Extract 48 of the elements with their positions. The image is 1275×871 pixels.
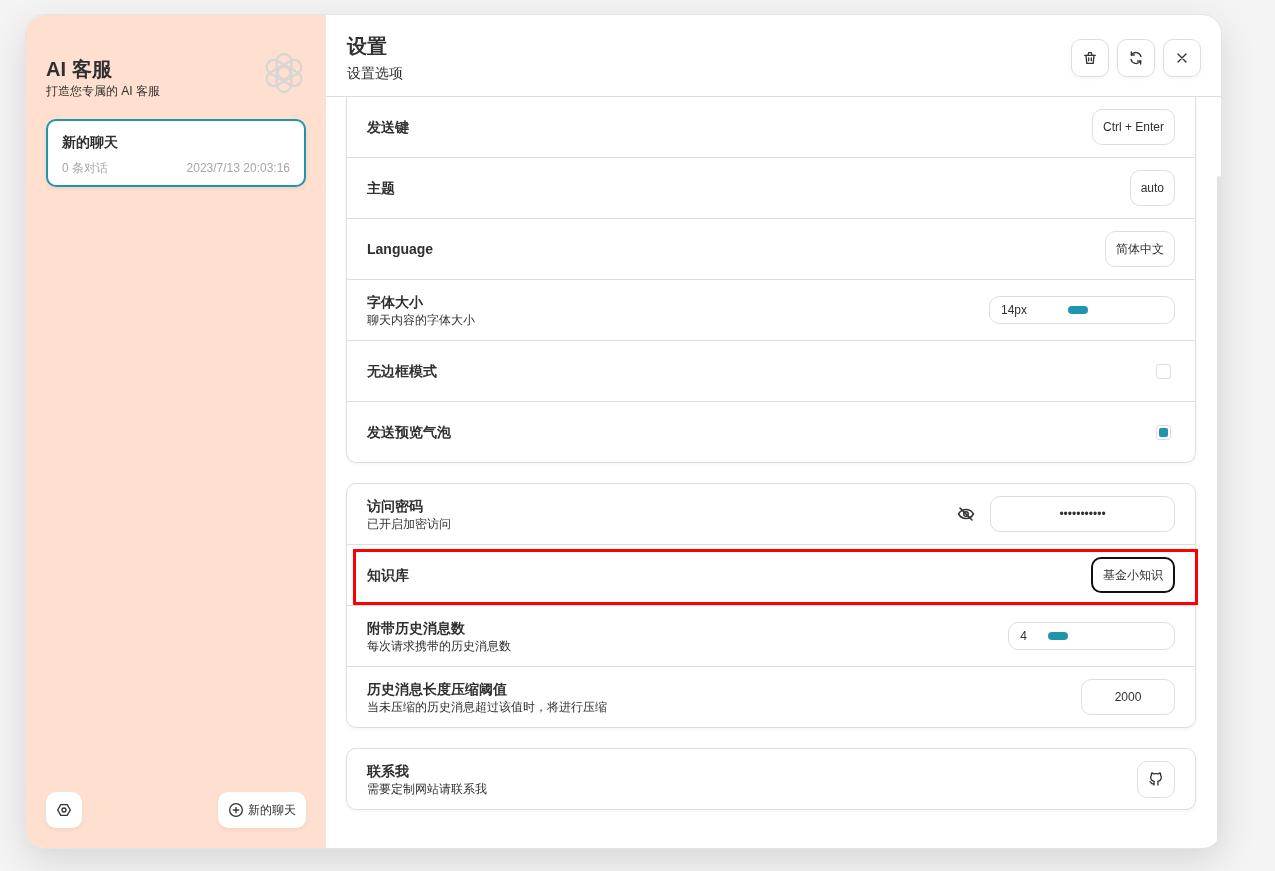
select-button[interactable]: auto: [1129, 170, 1175, 206]
setting-title: 访问密码: [367, 497, 424, 516]
number-field[interactable]: 2000: [1081, 679, 1175, 715]
new-chat-button[interactable]: 新的聊天: [218, 792, 306, 828]
select-button[interactable]: 简体中文: [1105, 231, 1175, 267]
setting-title: 主题: [367, 179, 395, 198]
setting-title: 字体大小: [367, 293, 424, 312]
page-title: 设置: [347, 35, 388, 57]
setting-title: 联系我: [367, 762, 410, 781]
select-button[interactable]: Ctrl + Enter: [1091, 109, 1175, 145]
setting-description: 已开启加密访问: [367, 516, 451, 532]
slider-thumb[interactable]: [1068, 306, 1088, 314]
chat-count: 0 条对话: [62, 160, 108, 176]
eye-slash-icon[interactable]: [957, 505, 975, 523]
setting-title: 知识库: [367, 566, 409, 585]
refresh-icon: [1128, 50, 1144, 66]
select-button[interactable]: 基金小知识: [1091, 557, 1175, 593]
setting-description: 聊天内容的字体大小: [367, 312, 475, 328]
setting-title: Language: [367, 240, 434, 259]
setting-title: 无边框模式: [367, 362, 437, 381]
close-button[interactable]: [1163, 39, 1201, 77]
plus-circle-icon: [228, 802, 244, 818]
setting-title: 历史消息长度压缩阈值: [367, 680, 508, 699]
setting-title: 发送预览气泡: [367, 423, 451, 442]
checkbox[interactable]: [1156, 363, 1171, 379]
reset-button[interactable]: [1117, 39, 1155, 77]
password-field[interactable]: •••••••••••: [990, 496, 1175, 532]
page-subtitle: 设置选项: [347, 64, 403, 83]
setting-description: 每次请求携带的历史消息数: [367, 638, 511, 654]
chat-item[interactable]: 新的聊天 0 条对话 2023/7/13 20:03:16: [46, 119, 306, 187]
setting-description: 需要定制网站请联系我: [367, 781, 487, 797]
slider-value: 4: [1020, 628, 1027, 645]
clear-button[interactable]: [1071, 39, 1109, 77]
chat-title: 新的聊天: [62, 133, 119, 152]
settings-icon: [56, 802, 72, 818]
setting-description: 当未压缩的历史消息超过该值时，将进行压缩: [367, 699, 607, 715]
app-title: AI 客服: [46, 57, 113, 82]
trash-icon: [1082, 50, 1098, 66]
slider-value: 14px: [1000, 302, 1027, 319]
chat-time: 2023/7/13 20:03:16: [186, 160, 290, 176]
slider-thumb[interactable]: [1048, 632, 1068, 640]
setting-title: 发送键: [367, 118, 409, 137]
settings-button[interactable]: [46, 792, 82, 828]
cat-icon: [1148, 771, 1164, 787]
setting-title: 附带历史消息数: [367, 619, 466, 638]
app-subtitle: 打造您专属的 AI 客服: [46, 83, 160, 99]
contact-button[interactable]: [1137, 760, 1175, 798]
checkbox[interactable]: [1156, 424, 1171, 440]
